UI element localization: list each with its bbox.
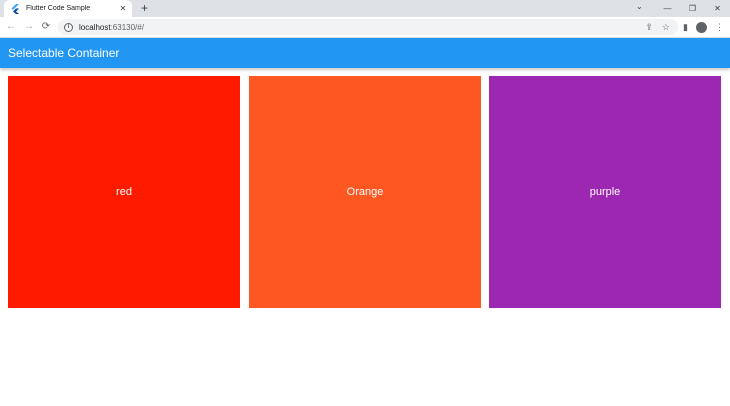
browser-menu-icon[interactable]: ⋮ — [715, 20, 724, 34]
tile-label: Orange — [346, 186, 384, 198]
url-host: localhost — [79, 22, 111, 32]
page-title: Selectable Container — [8, 46, 120, 60]
toolbar-actions: ▮ ⋮ — [683, 20, 724, 34]
selectable-container-row: red Orange purple — [0, 76, 730, 308]
tab-title: Flutter Code Sample — [26, 5, 91, 12]
browser-tab[interactable]: Flutter Code Sample ✕ — [4, 0, 132, 17]
tile-label: purple — [589, 186, 621, 198]
omnibox-actions: ⇪ ☆ — [645, 21, 670, 33]
window-controls: — ❐ ✕ — [655, 0, 730, 17]
browser-tab-strip: Flutter Code Sample ✕ + ⌄ — ❐ ✕ — [0, 0, 730, 17]
reload-icon[interactable]: ⟳ — [39, 20, 53, 34]
tile-red[interactable]: red — [8, 76, 240, 308]
tile-orange[interactable]: Orange — [249, 76, 481, 308]
side-panel-icon[interactable]: ▮ — [683, 20, 688, 34]
tile-purple[interactable]: purple — [489, 76, 721, 308]
flutter-logo-icon — [11, 3, 19, 14]
window-close-icon[interactable]: ✕ — [705, 4, 730, 13]
back-icon[interactable]: ← — [4, 20, 18, 34]
address-bar[interactable]: i localhost:63130/#/ ⇪ ☆ — [58, 19, 678, 35]
site-info-icon[interactable]: i — [64, 22, 73, 32]
restore-icon[interactable]: ❐ — [680, 4, 705, 13]
forward-icon[interactable]: → — [22, 20, 36, 34]
new-tab-icon[interactable]: + — [138, 2, 151, 15]
tab-close-icon[interactable]: ✕ — [116, 4, 130, 13]
url-text: localhost:63130/#/ — [79, 23, 144, 32]
share-icon[interactable]: ⇪ — [645, 21, 653, 33]
app-bar: Selectable Container — [0, 38, 730, 68]
profile-avatar-icon[interactable] — [696, 21, 707, 33]
minimize-icon[interactable]: — — [655, 4, 680, 13]
tile-label: red — [116, 186, 132, 198]
bookmark-star-icon[interactable]: ☆ — [662, 21, 670, 33]
tab-search-icon[interactable]: ⌄ — [636, 2, 643, 11]
browser-toolbar: ← → ⟳ i localhost:63130/#/ ⇪ ☆ ▮ ⋮ — [0, 17, 730, 38]
url-port-path: :63130/#/ — [110, 22, 144, 32]
